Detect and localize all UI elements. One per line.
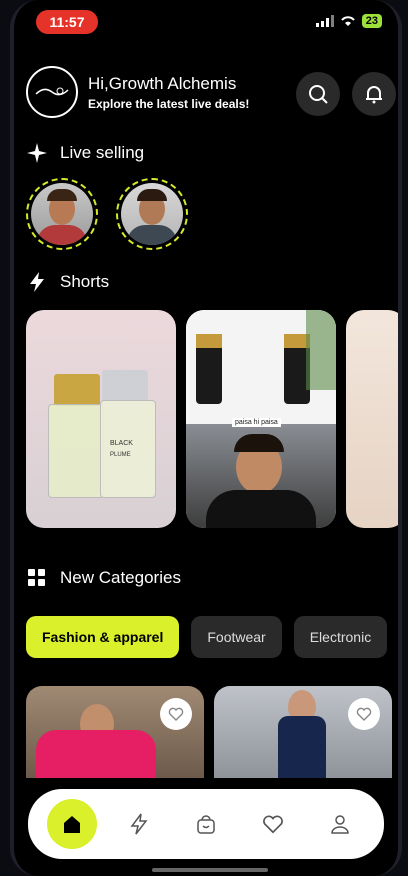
live-seller-avatar[interactable] [116, 178, 188, 250]
nav-shorts[interactable] [114, 799, 164, 849]
product-card[interactable] [214, 686, 392, 778]
shorts-title: Shorts [60, 272, 110, 291]
live-selling-title: Live selling [60, 143, 145, 162]
wishlist-button[interactable] [160, 698, 192, 730]
category-chip-electronic[interactable]: Electronic [293, 616, 388, 658]
nav-profile[interactable] [315, 799, 365, 849]
home-icon [63, 816, 80, 833]
bolt-icon [130, 813, 148, 835]
bolt-icon [30, 272, 44, 292]
brand-logo-icon[interactable] [26, 66, 78, 118]
nav-wishlist[interactable] [248, 799, 298, 849]
signal-icon [315, 15, 334, 27]
shorts-heading: Shorts [26, 271, 109, 293]
category-chip-fashion[interactable]: Fashion & apparel [26, 616, 180, 658]
new-categories-title: New Categories [60, 568, 181, 587]
greeting-subtitle: Explore the latest live deals! [88, 97, 250, 111]
wifi-icon [341, 16, 355, 26]
notification-button[interactable] [352, 72, 396, 116]
short-video-card[interactable]: paisa hi paisa [186, 310, 336, 528]
battery-indicator: 23 [361, 14, 382, 28]
short-video-card[interactable]: BLACK PLUME [26, 310, 176, 528]
bag-icon [197, 815, 215, 834]
heart-icon [263, 815, 284, 834]
nav-home[interactable] [46, 799, 97, 849]
product-card[interactable] [26, 686, 204, 778]
status-icons: 23 [315, 14, 382, 28]
nav-shop[interactable] [181, 799, 231, 849]
live-sellers-list [26, 178, 188, 250]
bell-icon [366, 86, 382, 104]
search-icon [309, 85, 328, 104]
profile-icon [331, 815, 350, 834]
header: Hi,Growth Alchemis Explore the latest li… [26, 66, 396, 120]
status-bar: 11:57 23 [14, 10, 398, 34]
short-video-card[interactable] [346, 310, 398, 528]
app-screen: 11:57 23 Hi,Growth Alchemis Explore the … [10, 0, 402, 876]
bottle-label: BLACK [110, 440, 133, 447]
wishlist-button[interactable] [348, 698, 380, 730]
live-selling-heading: Live selling [26, 142, 144, 164]
video-caption: paisa hi paisa [232, 418, 281, 427]
status-time: 11:57 [36, 10, 98, 34]
bottom-navigation [28, 789, 384, 859]
search-button[interactable] [296, 72, 340, 116]
greeting-title: Hi,Growth Alchemis [88, 74, 237, 93]
heart-icon [356, 707, 372, 721]
live-seller-avatar[interactable] [26, 178, 98, 250]
grid-icon [28, 569, 45, 586]
sparkle-icon [27, 143, 47, 163]
heart-icon [168, 707, 184, 721]
home-indicator [152, 868, 268, 872]
shorts-carousel[interactable]: BLACK PLUME paisa hi paisa [26, 310, 398, 528]
category-chip-footwear[interactable]: Footwear [191, 616, 282, 658]
new-categories-heading: New Categories [26, 567, 181, 589]
product-name-text: PLUME [110, 452, 131, 458]
category-chips: Fashion & apparel Footwear Electronic [26, 616, 388, 658]
product-grid [26, 686, 392, 778]
